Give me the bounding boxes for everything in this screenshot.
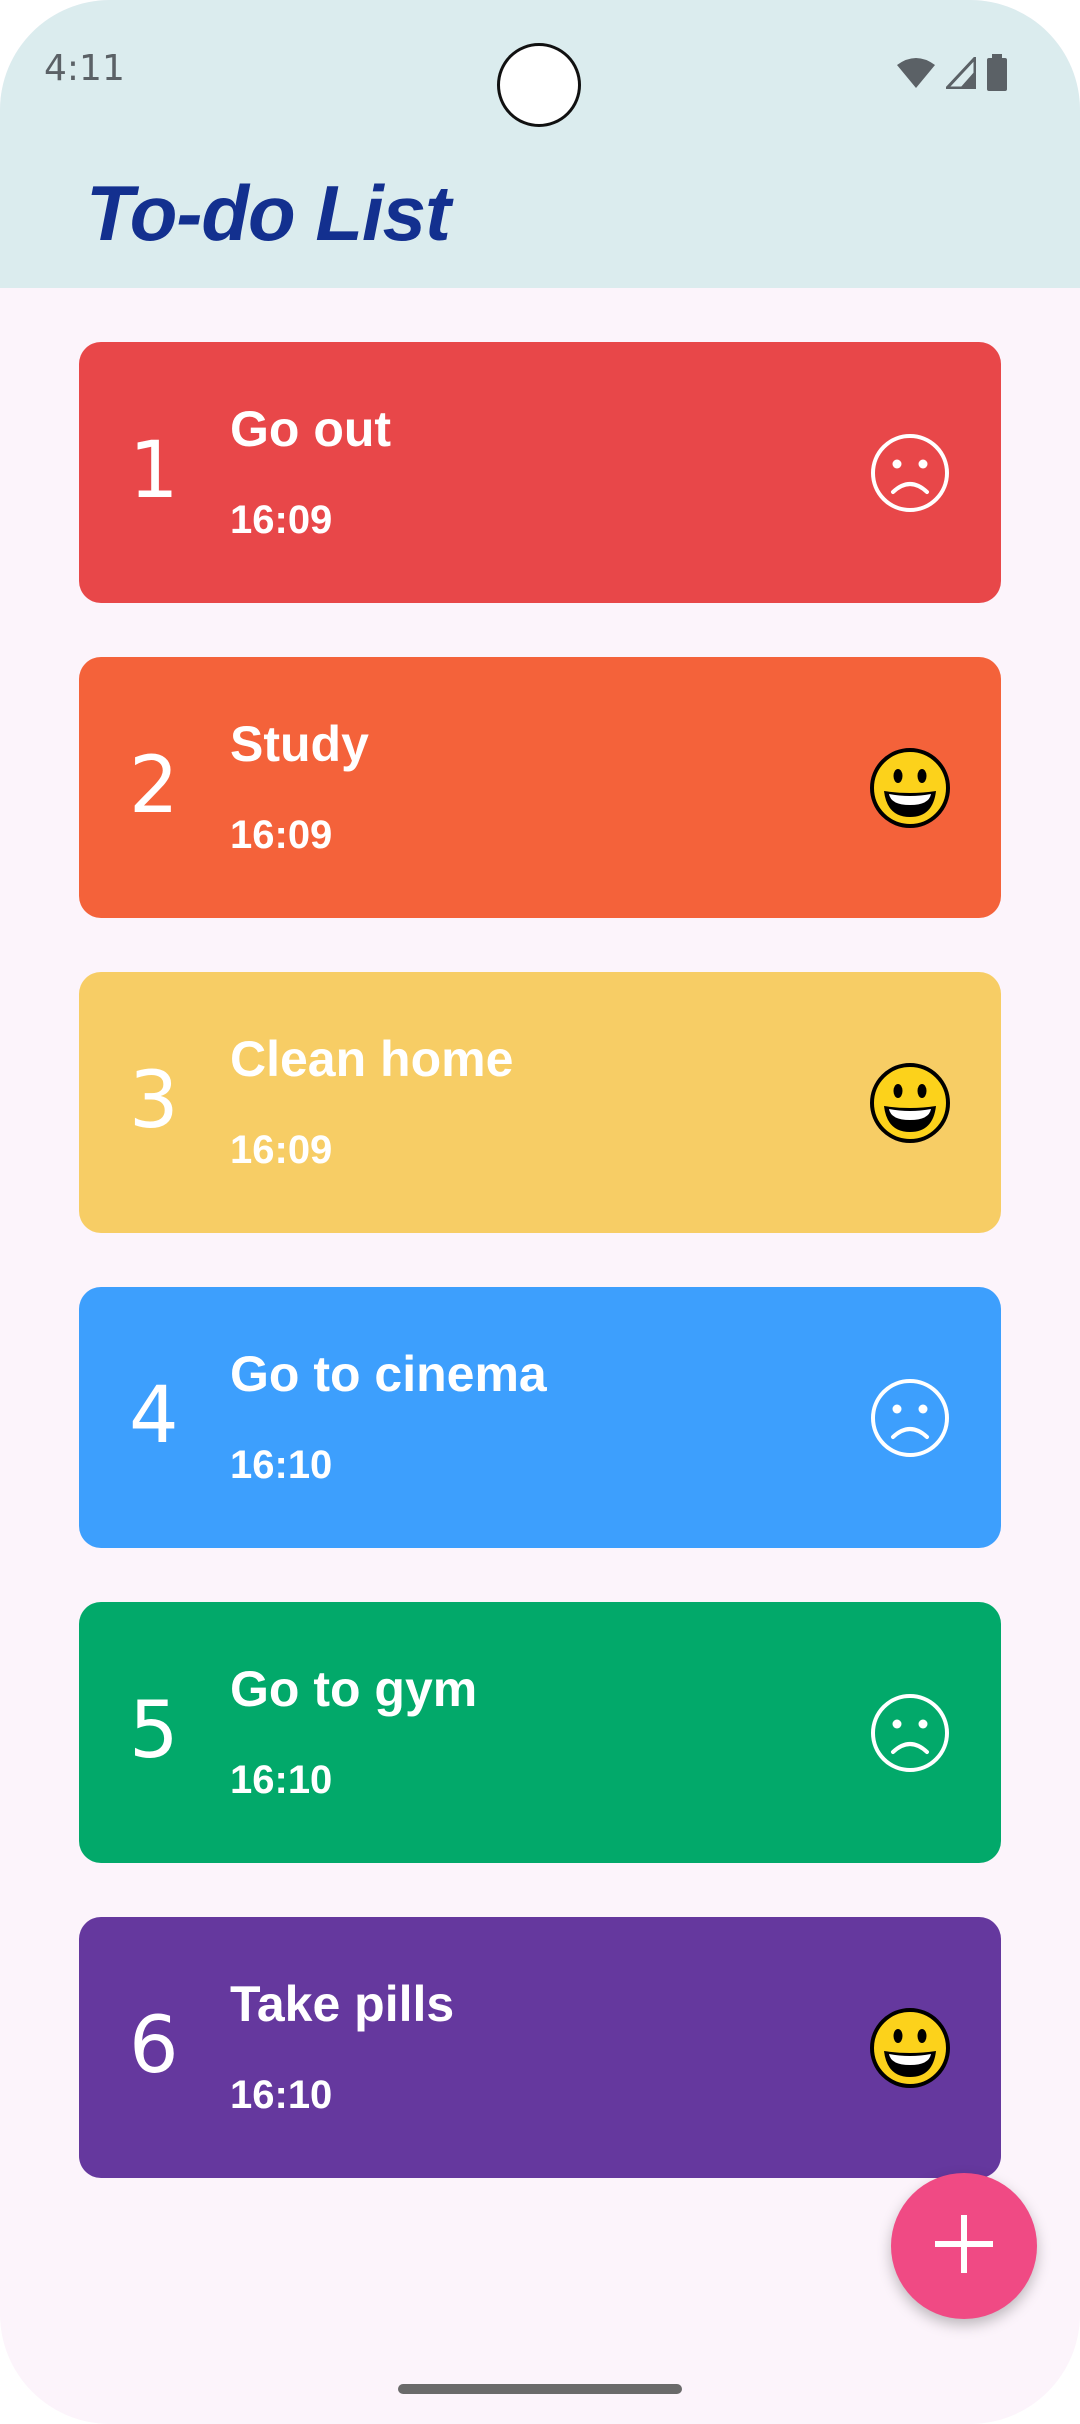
task-number: 2 (129, 741, 179, 831)
camera-cutout (497, 43, 581, 127)
plus-icon (929, 2209, 999, 2284)
task-title: Go to gym (230, 1661, 478, 1717)
status-time: 4:11 (44, 48, 125, 89)
task-card[interactable]: 4 Go to cinema 16:10 (79, 1287, 1001, 1548)
battery-icon (986, 54, 1008, 97)
wifi-icon (896, 57, 936, 94)
task-number: 4 (129, 1371, 179, 1461)
task-number: 1 (129, 426, 179, 516)
status-icons (896, 54, 1008, 97)
task-card[interactable]: 3 Clean home 16:09 (79, 972, 1001, 1233)
sad-face-icon[interactable] (869, 1692, 951, 1774)
home-indicator[interactable] (398, 2384, 682, 2394)
task-card[interactable]: 2 Study 16:09 (79, 657, 1001, 918)
task-card[interactable]: 6 Take pills 16:10 (79, 1917, 1001, 2178)
page-title: To-do List (86, 169, 451, 257)
task-card[interactable]: 5 Go to gym 16:10 (79, 1602, 1001, 1863)
task-time: 16:10 (230, 1758, 333, 1802)
task-title: Clean home (230, 1031, 514, 1087)
app-bar: 4:11 To-do List (0, 0, 1080, 288)
task-title: Take pills (230, 1976, 455, 2032)
add-task-button[interactable] (891, 2173, 1037, 2319)
task-time: 16:09 (230, 813, 333, 857)
sad-face-icon[interactable] (869, 432, 951, 514)
task-time: 16:10 (230, 1443, 333, 1487)
task-list: 1 Go out 16:09 2 Study 16:09 3 Clean hom… (79, 342, 1001, 2232)
task-time: 16:10 (230, 2073, 333, 2117)
sad-face-icon[interactable] (869, 1377, 951, 1459)
task-title: Go to cinema (230, 1346, 547, 1402)
screen: 4:11 To-do List 1 Go out 16:09 2 Study 1… (0, 0, 1080, 2424)
task-title: Study (230, 716, 369, 772)
grinning-face-icon[interactable] (869, 2007, 951, 2089)
task-number: 6 (129, 2001, 179, 2091)
task-time: 16:09 (230, 498, 333, 542)
task-card[interactable]: 1 Go out 16:09 (79, 342, 1001, 603)
task-title: Go out (230, 401, 392, 457)
task-number: 5 (129, 1686, 179, 1776)
cell-signal-icon (943, 54, 977, 94)
grinning-face-icon[interactable] (869, 1062, 951, 1144)
task-time: 16:09 (230, 1128, 333, 1172)
grinning-face-icon[interactable] (869, 747, 951, 829)
task-number: 3 (129, 1056, 179, 1146)
